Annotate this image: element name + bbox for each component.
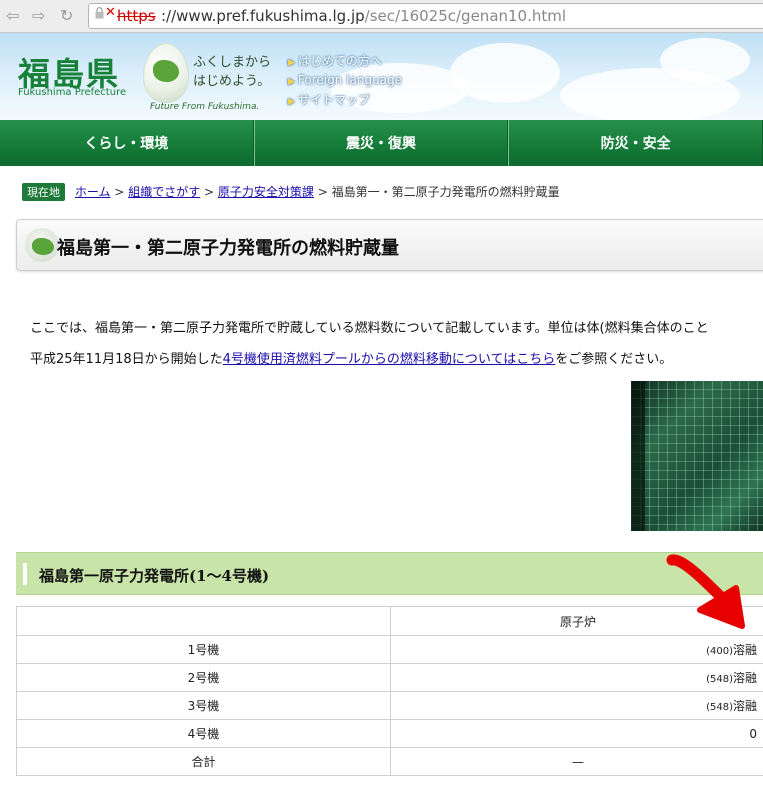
link-first-visit[interactable]: ▶ はじめての方へ: [288, 52, 402, 69]
url-path: /sec/16025c/genan10.html: [364, 7, 567, 25]
site-logo-en: Fukushima Prefecture: [18, 87, 127, 98]
breadcrumb: 現在地 ホーム > 組織でさがす > 原子力安全対策課 > 福島第一・第二原子力…: [22, 183, 560, 201]
breadcrumb-current: 福島第一・第二原子力発電所の燃料貯蔵量: [331, 185, 560, 199]
table-row: 4号機 0: [16, 719, 763, 748]
unit-cell: 1号機: [16, 635, 391, 664]
tagline-line2: はじめよう。: [193, 74, 271, 89]
header-links: ▶ はじめての方へ ▶ Foreign language ▶ サイトマップ: [288, 52, 402, 112]
tagline-future: Future From Fukushima.: [150, 102, 260, 112]
reactor-status: 溶融: [732, 671, 757, 685]
reactor-cell: (400)溶融: [390, 635, 763, 664]
table-row: 2号機 (548)溶融: [16, 663, 763, 692]
unit-cell: 4号機: [16, 719, 391, 748]
breadcrumb-separator: >: [114, 185, 125, 199]
arrow-icon: ▶: [288, 58, 295, 68]
insecure-icon: ✕: [105, 5, 116, 20]
unit-cell: 合計: [16, 747, 391, 776]
link-foreign-language[interactable]: ▶ Foreign language: [288, 73, 402, 87]
link-label: Foreign language: [297, 73, 403, 87]
notice-suffix: をご参照ください。: [555, 352, 673, 367]
notice-text: 平成25年11月18日から開始した4号機使用済燃料プールからの燃料移動については…: [30, 348, 672, 367]
link-sitemap[interactable]: ▶ サイトマップ: [288, 91, 402, 108]
reactor-status: 0: [749, 726, 757, 741]
site-header: 福島県 Fukushima Prefecture ふくしまから はじめよう。 F…: [0, 33, 763, 120]
reactor-note: (548): [706, 674, 733, 685]
reactor-status: 溶融: [732, 699, 757, 713]
url-scheme: https: [117, 7, 156, 25]
url-text: ://www.pref.fukushima.lg.jp/sec/16025c/g…: [161, 7, 566, 25]
url-host: ://www.pref.fukushima.lg.jp: [161, 7, 365, 25]
egg-logo-icon: [143, 43, 189, 103]
link-label: サイトマップ: [297, 93, 370, 107]
global-nav: くらし・環境 震災・復興 防災・安全: [0, 120, 763, 166]
unit-cell: 2号機: [16, 663, 391, 692]
breadcrumb-dept[interactable]: 原子力安全対策課: [218, 185, 314, 199]
table-row: 3号機 (548)溶融: [16, 691, 763, 720]
page-title: 福島第一・第二原子力発電所の燃料貯蔵量: [57, 238, 399, 259]
breadcrumb-home[interactable]: ホーム: [75, 185, 111, 199]
nav-item-disaster[interactable]: 震災・復興: [253, 120, 509, 166]
breadcrumb-org[interactable]: 組織でさがす: [128, 185, 200, 199]
table-header-cell: [16, 606, 391, 636]
reactor-cell: 0: [390, 719, 763, 748]
fuel-pool-photo: [631, 381, 763, 531]
reactor-note: (548): [706, 702, 733, 713]
unit-cell: 3号機: [16, 691, 391, 720]
arrow-icon: ▶: [288, 77, 295, 87]
reactor-status: —: [572, 754, 584, 769]
nav-item-safety[interactable]: 防災・安全: [508, 120, 763, 166]
section-title: 福島第一原子力発電所(1〜4号機): [39, 567, 270, 585]
nav-item-life[interactable]: くらし・環境: [0, 120, 254, 166]
notice-link[interactable]: 4号機使用済燃料プールからの燃料移動についてはこちら: [223, 352, 556, 367]
link-label: はじめての方へ: [297, 54, 382, 68]
reload-icon[interactable]: ↻: [60, 6, 73, 25]
cloud-decoration: [660, 38, 750, 83]
fuel-table: 原子炉 1号機 (400)溶融 2号機 (548)溶融 3号機 (548)溶融 …: [16, 606, 763, 776]
red-arrow-annotation-icon: [666, 554, 745, 629]
tagline-line1: ふくしまから: [193, 55, 272, 70]
page-title-box: 福島第一・第二原子力発電所の燃料貯蔵量: [16, 219, 763, 271]
browser-toolbar: ⇦ ⇨ ↻ ✕ https ://www.pref.fukushima.lg.j…: [0, 0, 763, 33]
address-bar[interactable]: ✕ https ://www.pref.fukushima.lg.jp/sec/…: [88, 3, 763, 29]
table-header-row: 原子炉: [16, 606, 763, 636]
table-row: 合計 —: [16, 747, 763, 776]
breadcrumb-here-badge: 現在地: [22, 183, 65, 201]
breadcrumb-separator: >: [204, 185, 215, 199]
reactor-cell: —: [390, 747, 763, 776]
table-row: 1号機 (400)溶融: [16, 635, 763, 664]
section-bar-decoration: [23, 563, 27, 585]
reactor-note: (400): [706, 646, 733, 657]
fukushima-map-icon: [25, 228, 59, 262]
intro-text: ここでは、福島第一・第二原子力発電所で貯蔵している燃料数について記載しています。…: [30, 321, 709, 336]
notice-prefix: 平成25年11月18日から開始した: [30, 352, 223, 367]
reactor-cell: (548)溶融: [390, 691, 763, 720]
arrow-icon: ▶: [288, 97, 295, 107]
back-icon[interactable]: ⇦: [6, 6, 19, 25]
section-header: 福島第一原子力発電所(1〜4号機): [16, 552, 763, 595]
forward-icon[interactable]: ⇨: [32, 6, 45, 25]
reactor-cell: (548)溶融: [390, 663, 763, 692]
reactor-status: 溶融: [732, 643, 757, 657]
lock-icon: [95, 7, 104, 19]
cloud-decoration: [450, 43, 560, 103]
breadcrumb-separator: >: [317, 185, 328, 199]
